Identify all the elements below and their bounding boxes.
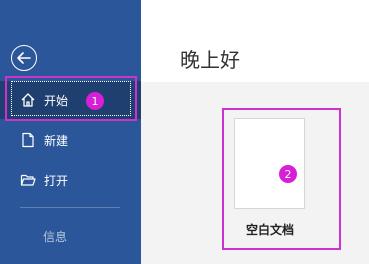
highlight-box-home bbox=[5, 76, 137, 121]
new-document-icon bbox=[20, 132, 36, 148]
blank-document-thumbnail[interactable] bbox=[234, 118, 305, 209]
focus-outline bbox=[11, 81, 131, 116]
sidebar-divider bbox=[20, 207, 120, 208]
sidebar-item-info[interactable]: 信息 bbox=[43, 228, 67, 245]
blank-document-label[interactable]: 空白文档 bbox=[246, 221, 294, 238]
sidebar-item-new[interactable]: 新建 bbox=[0, 121, 141, 159]
greeting-title: 晚上好 bbox=[180, 48, 240, 72]
back-button[interactable] bbox=[11, 45, 37, 71]
sidebar-item-label: 新建 bbox=[44, 133, 69, 148]
step-badge-2: 2 bbox=[279, 165, 297, 183]
step-badge-1: 1 bbox=[86, 92, 104, 110]
open-folder-icon bbox=[20, 172, 36, 188]
sidebar-item-open[interactable]: 打开 bbox=[0, 161, 141, 199]
sidebar: 开始 新建 打开 信息 bbox=[0, 0, 141, 264]
sidebar-item-label: 打开 bbox=[44, 173, 69, 188]
back-arrow-icon bbox=[17, 49, 31, 68]
